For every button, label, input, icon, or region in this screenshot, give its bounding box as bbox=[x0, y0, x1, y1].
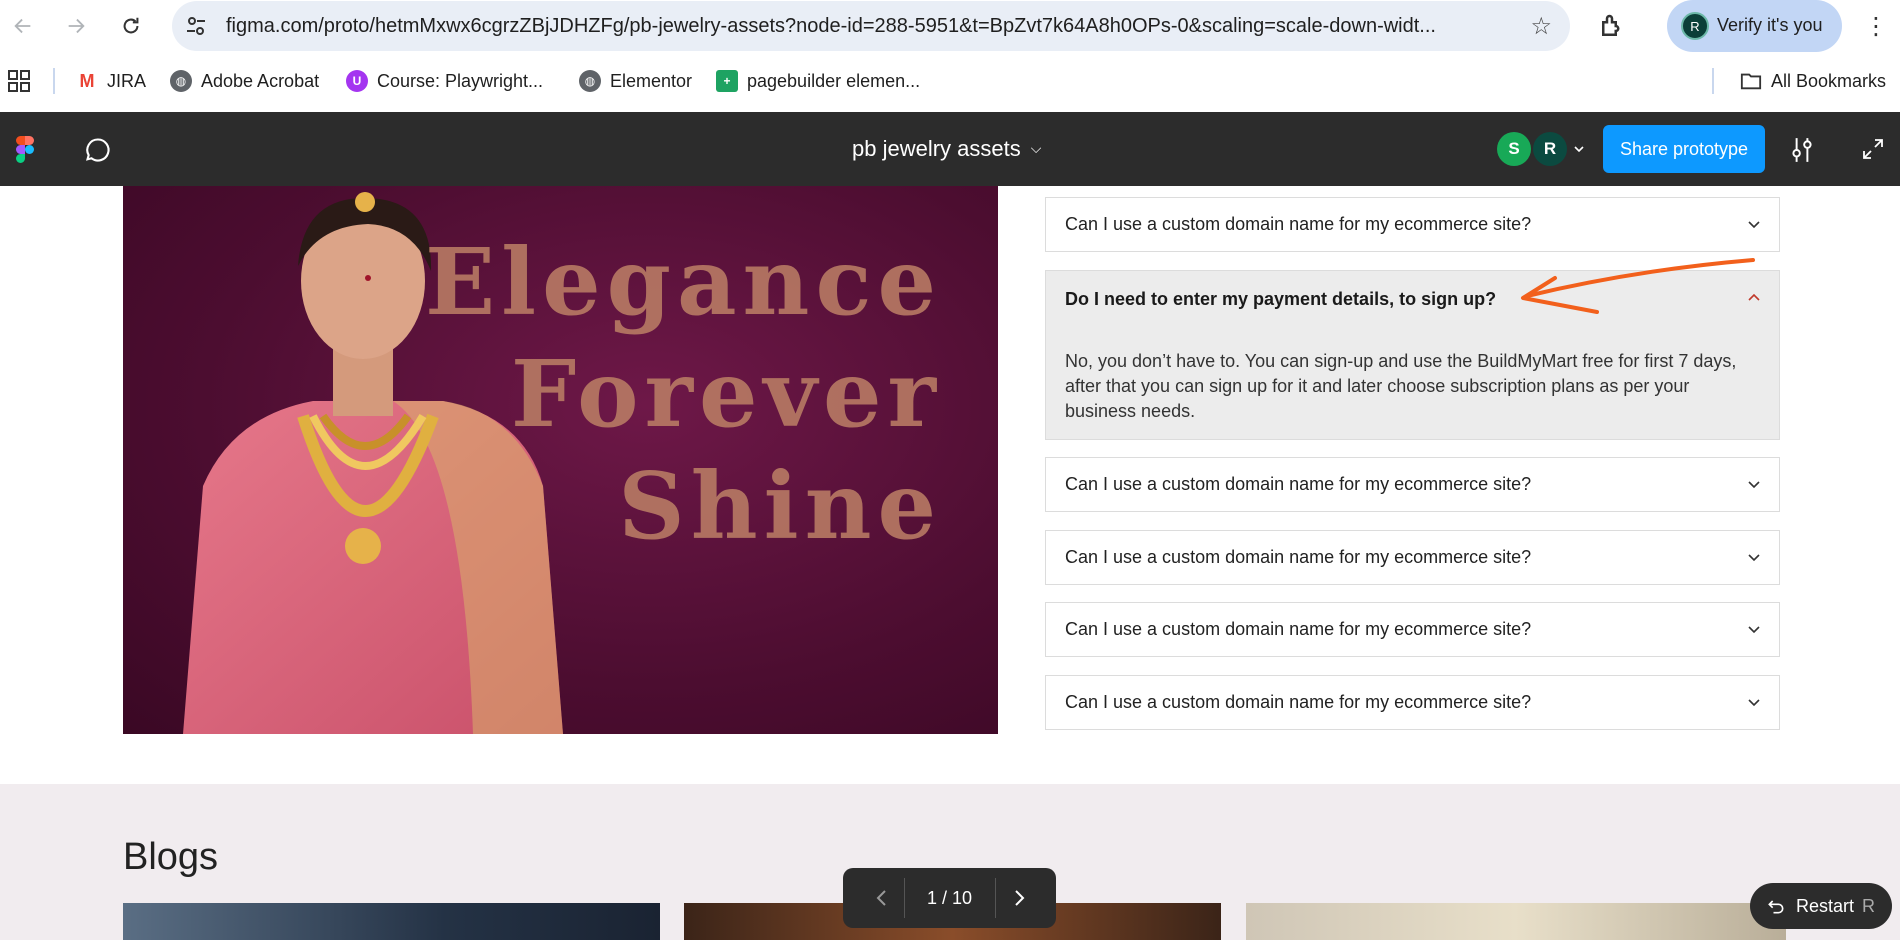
bookmark-label: Elementor bbox=[610, 70, 693, 91]
profile-avatar: R bbox=[1681, 12, 1709, 40]
faq-item[interactable]: Can I use a custom domain name for my ec… bbox=[1045, 602, 1780, 657]
back-button[interactable] bbox=[8, 11, 38, 41]
faq-question: Can I use a custom domain name for my ec… bbox=[1065, 214, 1532, 234]
hero-line: Forever bbox=[510, 340, 942, 448]
bookmark-label: Adobe Acrobat bbox=[201, 70, 320, 91]
url-text: figma.com/proto/hetmMxwx6cgrzZBjJDHZFg/p… bbox=[226, 15, 1436, 37]
chevron-down-icon[interactable] bbox=[1574, 145, 1584, 153]
chevron-down-icon bbox=[1748, 221, 1760, 229]
restart-icon bbox=[1768, 900, 1784, 914]
faq-item[interactable]: Can I use a custom domain name for my ec… bbox=[1045, 675, 1780, 730]
chevron-down-icon bbox=[1748, 626, 1760, 634]
blog-card-image[interactable] bbox=[1246, 903, 1786, 940]
annotation-arrow-icon bbox=[1521, 258, 1755, 314]
arrow-right-icon bbox=[68, 18, 85, 34]
file-title-menu[interactable]: pb jewelry assets ⌵ bbox=[852, 136, 1041, 162]
settings-sliders-icon[interactable] bbox=[1789, 136, 1815, 164]
all-bookmarks-label: All Bookmarks bbox=[1771, 70, 1887, 91]
chevron-down-icon: ⌵ bbox=[1030, 140, 1042, 156]
faq-item[interactable]: Can I use a custom domain name for my ec… bbox=[1045, 197, 1780, 252]
avatar-r[interactable]: R bbox=[1533, 132, 1567, 166]
bookmark-pagebuilder[interactable]: + pagebuilder elemen... bbox=[716, 68, 920, 94]
prototype-pager: 1 / 10 bbox=[843, 868, 1056, 928]
faq-question: Can I use a custom domain name for my ec… bbox=[1065, 474, 1532, 494]
bookmark-label: JIRA bbox=[107, 70, 147, 91]
browser-toolbar: figma.com/proto/hetmMxwx6cgrzZBjJDHZFg/p… bbox=[0, 0, 1900, 52]
hero-line: Elegance bbox=[425, 228, 942, 336]
bookmark-separator bbox=[1712, 68, 1714, 94]
bookmark-elementor[interactable]: ◍ Elementor bbox=[579, 68, 692, 94]
faq-question: Can I use a custom domain name for my ec… bbox=[1065, 619, 1532, 639]
file-title: pb jewelry assets bbox=[852, 136, 1021, 161]
pager-divider bbox=[995, 878, 996, 918]
blogs-heading: Blogs bbox=[123, 836, 219, 878]
bookmark-jira[interactable]: M JIRA bbox=[76, 68, 147, 94]
forward-button[interactable] bbox=[61, 11, 91, 41]
faq-question: Can I use a custom domain name for my ec… bbox=[1065, 547, 1532, 567]
restart-button[interactable]: Restart R bbox=[1750, 883, 1892, 929]
avatar-s[interactable]: S bbox=[1497, 132, 1531, 166]
prototype-canvas: Elegance Forever Shine Can I use a custo… bbox=[0, 186, 1900, 940]
extensions-icon[interactable] bbox=[1597, 11, 1627, 41]
address-bar[interactable]: figma.com/proto/hetmMxwx6cgrzZBjJDHZFg/p… bbox=[172, 1, 1570, 51]
verify-label: Verify it's you bbox=[1717, 15, 1823, 35]
chevron-down-icon bbox=[1748, 554, 1760, 562]
faq-item[interactable]: Can I use a custom domain name for my ec… bbox=[1045, 530, 1780, 585]
sheets-icon: + bbox=[716, 70, 738, 92]
arrow-left-icon bbox=[14, 18, 31, 34]
gmail-icon: M bbox=[79, 70, 95, 91]
globe-icon: ◍ bbox=[170, 70, 192, 92]
reload-button[interactable] bbox=[116, 11, 146, 41]
bookmark-course-playwright[interactable]: U Course: Playwright... bbox=[346, 68, 543, 94]
comment-icon[interactable] bbox=[84, 136, 112, 164]
figma-logo-icon[interactable] bbox=[16, 136, 34, 163]
apps-grid-icon[interactable] bbox=[8, 70, 30, 92]
faq-question: Do I need to enter my payment details, t… bbox=[1065, 289, 1497, 309]
chevron-down-icon bbox=[1748, 699, 1760, 707]
hero-heading: Elegance Forever Shine bbox=[425, 226, 942, 562]
chevron-down-icon bbox=[1748, 481, 1760, 489]
bookmark-separator bbox=[53, 68, 55, 94]
bookmarks-bar: M JIRA ◍ Adobe Acrobat U Course: Playwri… bbox=[0, 56, 1900, 106]
verify-profile-button[interactable]: R Verify it's you bbox=[1667, 0, 1842, 52]
faq-answer: No, you don’t have to. You can sign-up a… bbox=[1065, 351, 1737, 421]
expand-icon[interactable] bbox=[1862, 138, 1884, 160]
reload-icon bbox=[123, 17, 139, 34]
site-settings-icon[interactable] bbox=[184, 14, 208, 38]
udemy-icon: U bbox=[346, 70, 368, 92]
folder-icon bbox=[1740, 73, 1762, 90]
hero-line: Shine bbox=[618, 452, 942, 560]
restart-shortcut: R bbox=[1862, 896, 1875, 916]
chevron-right-icon[interactable] bbox=[1007, 886, 1031, 910]
blog-card-image[interactable] bbox=[123, 903, 660, 940]
bookmark-adobe-acrobat[interactable]: ◍ Adobe Acrobat bbox=[170, 68, 319, 94]
bookmark-star-icon[interactable]: ☆ bbox=[1530, 12, 1552, 41]
bookmark-label: Course: Playwright... bbox=[377, 70, 544, 91]
share-prototype-button[interactable]: Share prototype bbox=[1603, 125, 1765, 173]
faq-item[interactable]: Can I use a custom domain name for my ec… bbox=[1045, 457, 1780, 512]
restart-label: Restart bbox=[1796, 896, 1855, 916]
bookmark-label: pagebuilder elemen... bbox=[747, 70, 921, 91]
globe-icon: ◍ bbox=[579, 70, 601, 92]
hero-banner-image: Elegance Forever Shine bbox=[123, 186, 998, 734]
all-bookmarks[interactable]: All Bookmarks bbox=[1740, 68, 1886, 94]
figma-prototype-toolbar: pb jewelry assets ⌵ S R Share prototype bbox=[0, 112, 1900, 186]
faq-question: Can I use a custom domain name for my ec… bbox=[1065, 692, 1532, 712]
more-menu-icon[interactable]: ⋮ bbox=[1864, 12, 1888, 41]
